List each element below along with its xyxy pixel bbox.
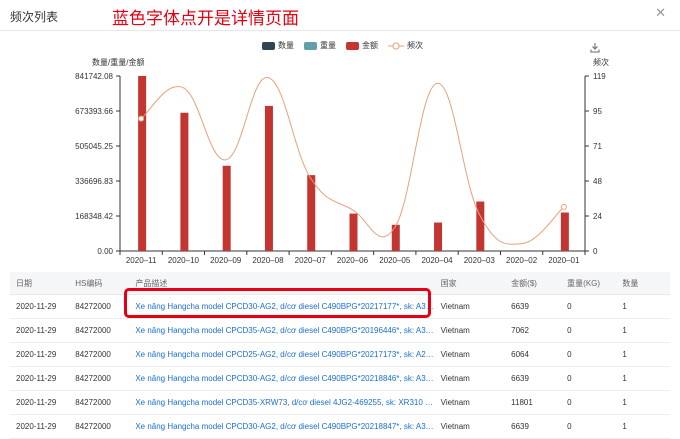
y-tick-label-left: 336696.83 [75, 177, 113, 186]
x-tick-label: 2020–04 [421, 256, 453, 265]
bar-amount [307, 175, 316, 251]
table-cell: 6639 [505, 414, 562, 439]
product-description-link[interactable]: Xe nâng Hangcha model CPCD35-AG2, d/cơ d… [129, 318, 435, 343]
table-cell: 84272000 [69, 342, 130, 367]
table-cell: 0 [561, 366, 617, 391]
y-tick-label-right: 0 [593, 247, 598, 256]
bar-amount [264, 105, 273, 251]
table-row: 2020-11-29 84272000 Xe nâng Hangcha model … [10, 366, 670, 391]
table-cell: 0 [561, 414, 617, 439]
bar-amount [349, 213, 358, 251]
y-tick-label-left: 168348.42 [75, 212, 113, 221]
product-description-link[interactable]: Xe nâng Hangcha model CPCD30-AG2, d/cơ d… [129, 366, 435, 391]
y-tick-label-left: 505045.25 [75, 142, 113, 151]
table-cell: 11801 [505, 390, 562, 415]
table-cell: 84272000 [69, 390, 130, 415]
bar-amount [476, 201, 485, 251]
bar-amount [391, 224, 400, 251]
x-tick-label: 2020–10 [168, 256, 200, 265]
table-cell: 84272000 [69, 318, 130, 343]
table-cell: 2020-11-29 [10, 390, 70, 415]
y-tick-label-right: 24 [593, 212, 602, 221]
table-cell: 1 [616, 294, 670, 319]
bar-amount [138, 75, 147, 251]
y-tick-label-right: 95 [593, 107, 602, 116]
table-cell: 2020-11-29 [10, 294, 70, 319]
product-description-link[interactable]: Xe nâng Hangcha model CPCD30-AG2, d/cơ d… [129, 414, 435, 439]
table-cell: 7062 [505, 318, 562, 343]
bar-amount [222, 165, 231, 251]
y-tick-label-right: 71 [593, 142, 602, 151]
table-row: 2020-11-29 84272000 Xe nâng Hangcha model … [10, 318, 670, 343]
table-cell: 0 [561, 294, 617, 319]
product-description-link[interactable]: Xe nâng Hangcha model CPCD35-XRW73, d/cơ… [129, 390, 435, 415]
table-cell: 0 [561, 390, 617, 415]
table-cell: 2020-11-29 [10, 414, 70, 439]
x-tick-label: 2020–07 [295, 256, 327, 265]
table-row: 2020-11-29 84272000 Xe nâng Hangcha model … [10, 414, 670, 439]
table-cell: 2020-11-29 [10, 342, 70, 367]
x-tick-label: 2020–05 [379, 256, 411, 265]
table-cell: 0 [561, 318, 617, 343]
product-description-link[interactable]: Xe nâng Hangcha model CPCD30-AG2, d/cơ d… [129, 294, 435, 319]
table-cell: 2020-11-29 [10, 318, 70, 343]
table-cell: 6639 [505, 294, 562, 319]
x-tick-label: 2020–08 [252, 256, 284, 265]
line-point [560, 203, 567, 210]
table-cell: 84272000 [69, 414, 130, 439]
y-axis-right-label: 频次 [593, 57, 609, 67]
table-cell: Vietnam [434, 414, 506, 439]
y-tick-label-left: 673393.66 [75, 107, 113, 116]
table-cell: Vietnam [434, 366, 506, 391]
results-table: 日期 HS编码 产品描述 国家 金额($) 重量(KG) 数量 2020-11-29 8427… [10, 272, 670, 439]
table-row: 2020-11-29 84272000 Xe nâng Hangcha model … [10, 294, 670, 319]
table-cell: 6639 [505, 366, 562, 391]
table-header-row: 日期 HS编码 产品描述 国家 金额($) 重量(KG) 数量 [10, 272, 670, 295]
bar-amount [560, 212, 569, 251]
x-tick-label: 2020–11 [126, 256, 157, 265]
table-cell: 0 [561, 342, 617, 367]
line-point [138, 115, 145, 122]
column-header: 国家 [434, 272, 506, 295]
table-row: 2020-11-29 84272000 Xe nâng Hangcha model … [10, 342, 670, 367]
x-tick-label: 2020–02 [506, 256, 538, 265]
y-tick-label-left: 841742.08 [75, 72, 113, 81]
product-description-link[interactable]: Xe nâng Hangcha model CPCD25-AG2, d/cơ d… [129, 342, 435, 367]
column-header: HS编码 [69, 272, 130, 295]
table-cell: Vietnam [434, 342, 506, 367]
table-cell: 84272000 [69, 366, 130, 391]
table-cell: 1 [616, 318, 670, 343]
column-header: 数量 [616, 272, 670, 295]
y-tick-label-right: 119 [593, 72, 606, 81]
table-cell: 1 [616, 366, 670, 391]
table-cell: 2020-11-29 [10, 366, 70, 391]
x-tick-label: 2020–01 [548, 256, 580, 265]
bar-amount [434, 222, 443, 251]
table-cell: 1 [616, 414, 670, 439]
column-header: 重量(KG) [561, 272, 617, 295]
table-cell: 1 [616, 390, 670, 415]
table-cell: 6064 [505, 342, 562, 367]
table-cell: 1 [616, 342, 670, 367]
y-tick-label-right: 48 [593, 177, 602, 186]
table-cell: Vietnam [434, 318, 506, 343]
column-header: 金额($) [505, 272, 562, 295]
table-cell: Vietnam [434, 294, 506, 319]
table-cell: Vietnam [434, 390, 506, 415]
column-header: 日期 [10, 272, 70, 295]
bar-amount [180, 112, 189, 252]
chart: 数量/重量/金额 频次 841742.08 673393.66 505045.25 336… [75, 57, 609, 265]
y-axis-left-label: 数量/重量/金额 [92, 57, 144, 67]
table-row: 2020-11-29 84272000 Xe nâng Hangcha model … [10, 390, 670, 415]
table-cell: 84272000 [69, 294, 130, 319]
x-tick-label: 2020–06 [337, 256, 369, 265]
column-header: 产品描述 [129, 272, 435, 295]
x-tick-label: 2020–09 [210, 256, 242, 265]
y-tick-label-left: 0.00 [97, 247, 113, 256]
x-tick-label: 2020–03 [464, 256, 496, 265]
